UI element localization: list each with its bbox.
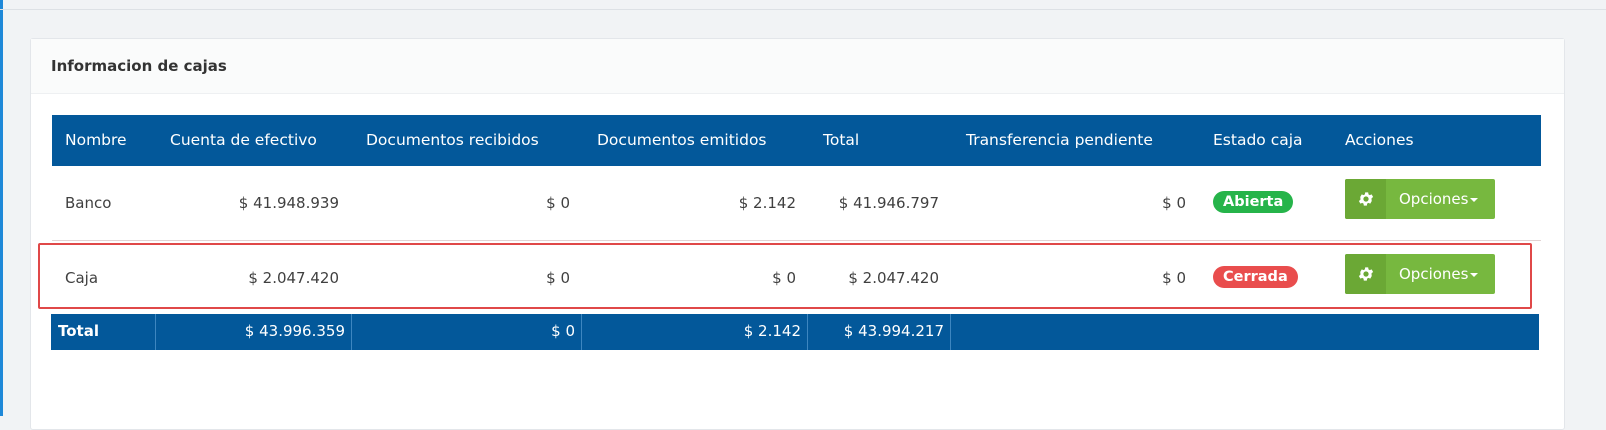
cell-nombre: Banco [65,194,112,212]
footer-recibidos: $ 0 [551,322,575,340]
cell-recibidos: $ 0 [546,269,570,287]
cell-total: $ 41.946.797 [838,194,939,212]
gear-icon [1345,179,1386,219]
header-nombre[interactable]: Nombre [65,131,127,149]
cajas-panel: Informacion de cajas Nombre Cuenta de ef… [30,38,1565,430]
footer-cuenta: $ 43.996.359 [244,322,345,340]
options-label: Opciones [1399,190,1469,208]
table-footer-total: Total $ 43.996.359 $ 0 $ 2.142 $ 43.994.… [51,314,1539,350]
table-header: Nombre Cuenta de efectivo Documentos rec… [52,115,1541,166]
top-divider [0,9,1606,10]
options-button[interactable]: Opciones [1345,179,1495,219]
footer-label: Total [58,322,99,340]
header-estado[interactable]: Estado caja [1213,131,1303,149]
gear-icon [1345,254,1386,294]
table-row[interactable]: Caja $ 2.047.420 $ 0 $ 0 $ 2.047.420 $ 0… [52,241,1541,315]
cell-cuenta: $ 2.047.420 [248,269,339,287]
caret-down-icon [1470,273,1479,277]
footer-cell: $ 43.994.217 [807,314,951,350]
footer-cell: $ 0 [351,314,582,350]
header-recibidos[interactable]: Documentos recibidos [366,131,539,149]
left-accent-bar [0,0,3,416]
cell-nombre: Caja [65,269,99,287]
panel-title: Informacion de cajas [51,57,227,75]
options-button[interactable]: Opciones [1345,254,1495,294]
table-row[interactable]: Banco $ 41.948.939 $ 0 $ 2.142 $ 41.946.… [52,166,1541,241]
panel-header: Informacion de cajas [31,39,1564,94]
header-acciones: Acciones [1345,131,1414,149]
caret-down-icon [1470,198,1479,202]
cell-total: $ 2.047.420 [848,269,939,287]
header-emitidos[interactable]: Documentos emitidos [597,131,767,149]
cell-transferencia: $ 0 [1162,194,1186,212]
cell-transferencia: $ 0 [1162,269,1186,287]
footer-cell: $ 43.996.359 [155,314,352,350]
header-cuenta[interactable]: Cuenta de efectivo [170,131,317,149]
cajas-table: Nombre Cuenta de efectivo Documentos rec… [52,115,1541,315]
cell-cuenta: $ 41.948.939 [238,194,339,212]
cell-emitidos: $ 2.142 [738,194,796,212]
status-badge: Abierta [1213,191,1294,213]
header-transferencia[interactable]: Transferencia pendiente [966,131,1153,149]
header-total[interactable]: Total [823,131,859,149]
footer-emitidos: $ 2.142 [743,322,801,340]
cell-emitidos: $ 0 [772,269,796,287]
cell-recibidos: $ 0 [546,194,570,212]
options-label: Opciones [1399,265,1469,283]
footer-total: $ 43.994.217 [843,322,944,340]
footer-cell: $ 2.142 [581,314,808,350]
status-badge: Cerrada [1213,266,1298,288]
footer-cell: Total [51,314,156,350]
